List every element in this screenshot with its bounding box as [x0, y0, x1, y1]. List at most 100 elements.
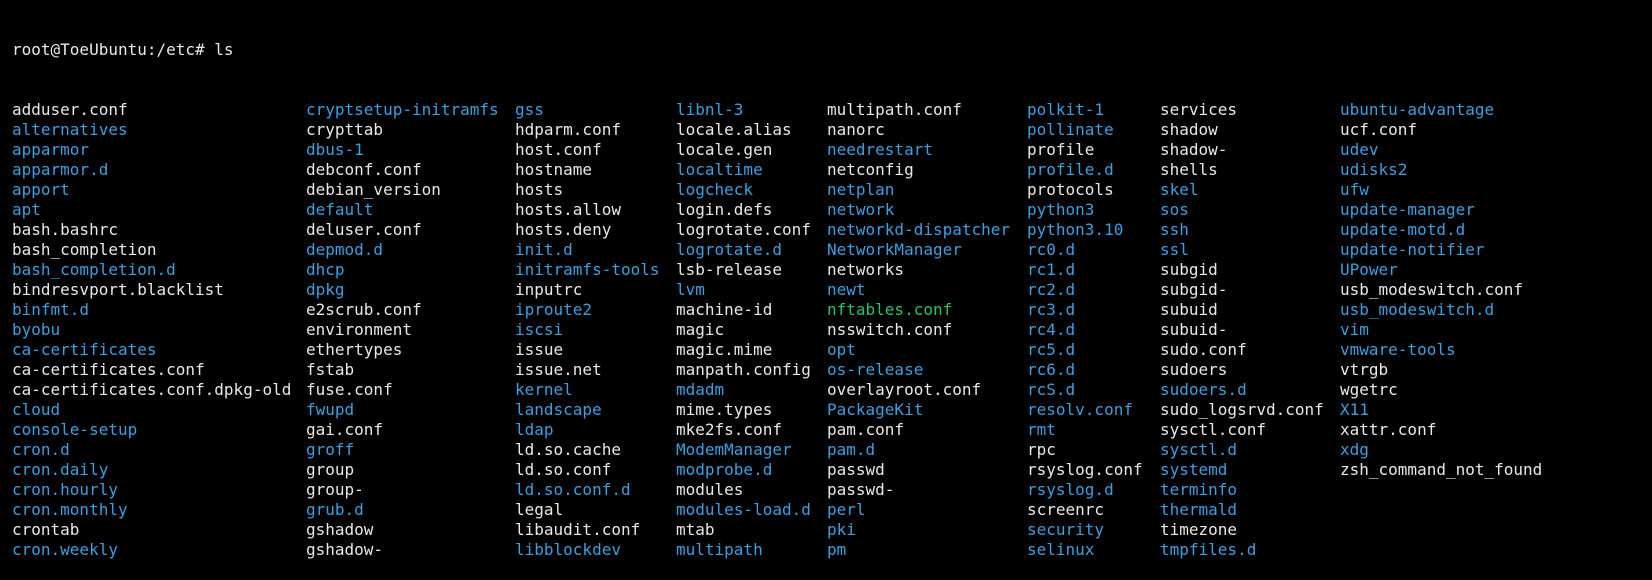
file-entry: login.defs [676, 200, 773, 219]
file-entry: sudo.conf [1160, 340, 1247, 359]
directory-entry: opt [827, 340, 856, 359]
file-entry: passwd [827, 460, 885, 479]
file-entry: sysctl.conf [1160, 420, 1266, 439]
directory-entry: multipath [676, 540, 763, 559]
directory-entry: binfmt.d [12, 300, 90, 319]
directory-entry: pm [827, 540, 847, 559]
file-entry: hosts.deny [515, 220, 612, 239]
directory-entry: logrotate.d [676, 240, 782, 259]
directory-entry: mdadm [676, 380, 725, 399]
file-entry: hdparm.conf [515, 120, 621, 139]
directory-entry: landscape [515, 400, 602, 419]
directory-entry: systemd [1160, 460, 1228, 479]
directory-entry: rc6.d [1027, 360, 1076, 379]
file-entry: nsswitch.conf [827, 320, 953, 339]
directory-entry: ssl [1160, 240, 1189, 259]
file-entry: screenrc [1027, 500, 1105, 519]
directory-entry: network [827, 200, 895, 219]
file-entry: e2scrub.conf [306, 300, 422, 319]
directory-entry: dpkg [306, 280, 345, 299]
directory-entry: thermald [1160, 500, 1238, 519]
shell-prompt: root@ToeUbuntu:/etc# [12, 40, 205, 59]
directory-entry: ssh [1160, 220, 1189, 239]
directory-entry: netplan [827, 180, 895, 199]
file-entry: bindresvport.blacklist [12, 280, 224, 299]
file-entry: mime.types [676, 400, 773, 419]
directory-entry: ModemManager [676, 440, 792, 459]
file-entry: manpath.config [676, 360, 811, 379]
file-entry: multipath.conf [827, 100, 962, 119]
file-entry: vtrgb [1340, 360, 1389, 379]
directory-entry: usb_modeswitch.d [1340, 300, 1495, 319]
file-entry: magic.mime [676, 340, 773, 359]
file-entry: adduser.conf [12, 100, 128, 119]
terminal-window[interactable]: root@ToeUbuntu:/etc# ls adduser.conf alte… [0, 0, 1652, 559]
file-entry: networks [827, 260, 905, 279]
directory-entry: bash_completion.d [12, 260, 176, 279]
directory-entry: vmware-tools [1340, 340, 1456, 359]
directory-entry: fwupd [306, 400, 355, 419]
directory-entry: cloud [12, 400, 61, 419]
directory-entry: needrestart [827, 140, 933, 159]
directory-entry: UPower [1340, 260, 1398, 279]
directory-entry: dhcp [306, 260, 345, 279]
directory-entry: modules-load.d [676, 500, 811, 519]
directory-entry: rc4.d [1027, 320, 1076, 339]
directory-entry: rc3.d [1027, 300, 1076, 319]
file-entry: xattr.conf [1340, 420, 1437, 439]
directory-entry: apport [12, 180, 70, 199]
file-entry: nanorc [827, 120, 885, 139]
listing-column: multipath.conf nanorc needrestart netconfig… [827, 100, 1010, 560]
directory-entry: ubuntu-advantage [1340, 100, 1495, 119]
file-entry: ethertypes [306, 340, 403, 359]
file-entry: bash_completion [12, 240, 157, 259]
directory-entry: sysctl.d [1160, 440, 1238, 459]
directory-entry: rmt [1027, 420, 1056, 439]
directory-entry: cron.daily [12, 460, 109, 479]
directory-entry: vim [1340, 320, 1369, 339]
directory-entry: cryptsetup-initramfs [306, 100, 499, 119]
file-entry: bash.bashrc [12, 220, 118, 239]
directory-entry: iproute2 [515, 300, 593, 319]
directory-entry: pollinate [1027, 120, 1114, 139]
file-entry: pam.conf [827, 420, 905, 439]
file-entry: rsyslog.conf [1027, 460, 1143, 479]
file-entry: issue.net [515, 360, 602, 379]
directory-entry: terminfo [1160, 480, 1238, 499]
directory-entry: rc0.d [1027, 240, 1076, 259]
directory-entry: byobu [12, 320, 61, 339]
file-entry: protocols [1027, 180, 1114, 199]
directory-entry: NetworkManager [827, 240, 962, 259]
directory-entry: udev [1340, 140, 1379, 159]
directory-entry: lvm [676, 280, 705, 299]
directory-entry: xdg [1340, 440, 1369, 459]
file-entry: gshadow- [306, 540, 384, 559]
listing-column: cryptsetup-initramfs crypttab dbus-1 debcon… [306, 100, 499, 560]
directory-listing: adduser.conf alternatives apparmor apparmor… [12, 100, 1652, 560]
directory-entry: update-notifier [1340, 240, 1485, 259]
listing-column: ubuntu-advantage ucf.conf udev udisks2 ufw up… [1340, 100, 1542, 480]
file-entry: issue [515, 340, 564, 359]
directory-entry: rcS.d [1027, 380, 1076, 399]
file-entry: shadow [1160, 120, 1218, 139]
directory-entry: sos [1160, 200, 1189, 219]
directory-entry: selinux [1027, 540, 1095, 559]
directory-entry: polkit-1 [1027, 100, 1105, 119]
file-entry: profile [1027, 140, 1095, 159]
directory-entry: iscsi [515, 320, 564, 339]
directory-entry: skel [1160, 180, 1199, 199]
directory-entry: dbus-1 [306, 140, 364, 159]
directory-entry: gss [515, 100, 544, 119]
file-entry: ld.so.cache [515, 440, 621, 459]
directory-entry: cron.hourly [12, 480, 118, 499]
directory-entry: modprobe.d [676, 460, 773, 479]
file-entry: ld.so.conf [515, 460, 612, 479]
file-entry: mke2fs.conf [676, 420, 782, 439]
file-entry: gshadow [306, 520, 374, 539]
directory-entry: PackageKit [827, 400, 924, 419]
file-entry: overlayroot.conf [827, 380, 982, 399]
directory-entry: resolv.conf [1027, 400, 1133, 419]
directory-entry: tmpfiles.d [1160, 540, 1257, 559]
file-entry: mtab [676, 520, 715, 539]
directory-entry: python3.10 [1027, 220, 1124, 239]
